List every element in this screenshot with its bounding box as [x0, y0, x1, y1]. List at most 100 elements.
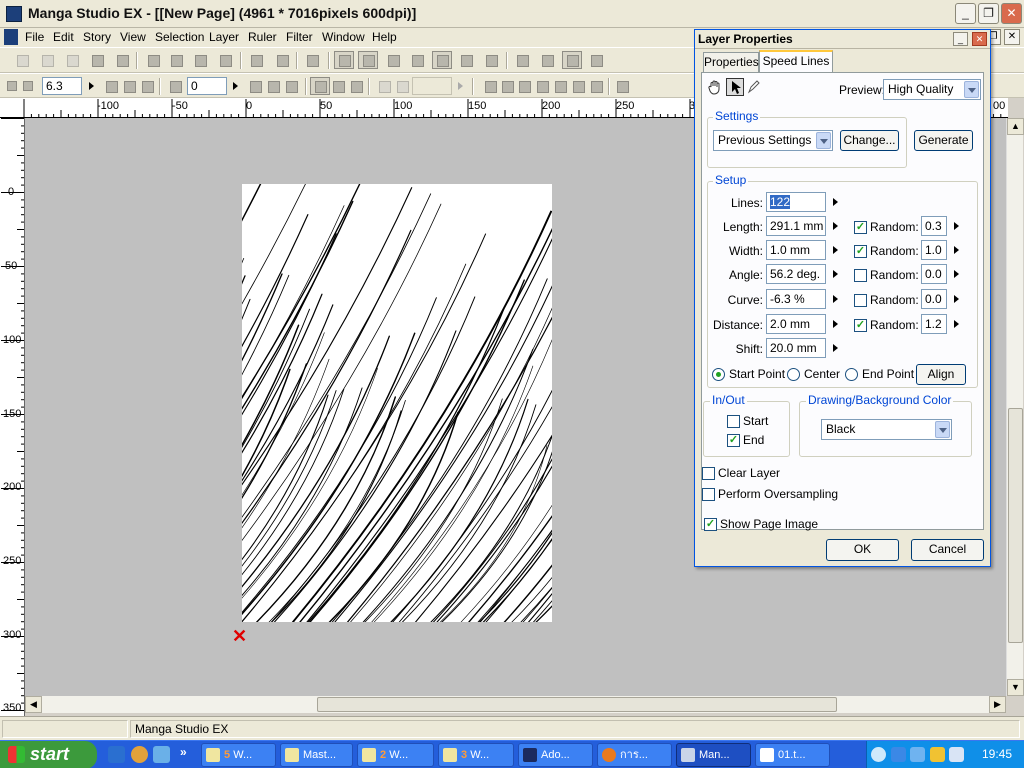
- check-view-icon[interactable]: [456, 51, 476, 69]
- task-button[interactable]: 01.t...: [755, 743, 830, 767]
- transform-icon[interactable]: [481, 51, 501, 69]
- volume-icon[interactable]: [949, 747, 964, 762]
- zoom-arrow-icon[interactable]: [89, 82, 94, 90]
- zoom-input[interactable]: 6.3: [42, 77, 82, 95]
- width-arrow-icon[interactable]: [833, 246, 838, 254]
- play-icon[interactable]: [586, 51, 606, 69]
- distance-arrow-icon[interactable]: [833, 320, 838, 328]
- layer-view-icon[interactable]: [383, 51, 403, 69]
- page-view-icon[interactable]: [334, 51, 354, 69]
- start-point-radio[interactable]: [712, 368, 725, 381]
- document-icon[interactable]: [4, 29, 18, 45]
- menu-view[interactable]: View: [116, 28, 150, 47]
- distance-input[interactable]: 2.0 mm: [766, 314, 826, 334]
- distance-random-input[interactable]: 1.2: [921, 314, 947, 334]
- ok-button[interactable]: OK: [826, 539, 899, 561]
- export-icon[interactable]: [512, 51, 532, 69]
- task-button[interactable]: Mast...: [280, 743, 353, 767]
- horizontal-scrollbar[interactable]: ◀ ▶: [25, 696, 1006, 713]
- curve-random-input[interactable]: 0.0: [921, 289, 947, 309]
- scroll-down-button[interactable]: ▼: [1007, 679, 1024, 696]
- end-point-radio[interactable]: [845, 368, 858, 381]
- color-select[interactable]: Black: [821, 419, 952, 440]
- change-button[interactable]: Change...: [840, 130, 899, 151]
- new-story-icon[interactable]: [37, 51, 57, 69]
- ruler-snap-icon[interactable]: [310, 77, 330, 95]
- task-button[interactable]: การ...: [597, 743, 672, 767]
- flip-horizontal-icon[interactable]: [263, 77, 283, 95]
- panel-icon[interactable]: [537, 51, 557, 69]
- grid-snap-icon[interactable]: [328, 77, 348, 95]
- length-random-arrow-icon[interactable]: [954, 222, 959, 230]
- browser-icon[interactable]: [153, 746, 170, 763]
- scroll-left-button[interactable]: ◀: [25, 696, 42, 713]
- menu-selection[interactable]: Selection: [151, 28, 208, 47]
- vertical-scroll-thumb[interactable]: [1008, 408, 1023, 643]
- task-button[interactable]: Ado...: [518, 743, 593, 767]
- manga-page[interactable]: [242, 184, 552, 622]
- distance-random-arrow-icon[interactable]: [954, 320, 959, 328]
- menu-file[interactable]: File: [21, 28, 48, 47]
- menu-edit[interactable]: Edit: [49, 28, 78, 47]
- fit-width-icon[interactable]: [119, 77, 139, 95]
- frame-view-icon[interactable]: [407, 51, 427, 69]
- special-ruler-icon[interactable]: [532, 77, 552, 95]
- tray-expand-icon[interactable]: [871, 747, 886, 762]
- generate-button[interactable]: Generate: [914, 130, 973, 151]
- quicklaunch-icon[interactable]: [108, 746, 125, 763]
- story-view-icon[interactable]: [358, 51, 378, 69]
- show-page-image-checkbox[interactable]: ✓: [704, 518, 717, 531]
- lines-input[interactable]: 122: [766, 192, 826, 212]
- cut-icon[interactable]: [143, 51, 163, 69]
- save-icon[interactable]: [87, 51, 107, 69]
- task-button[interactable]: 3 W...: [438, 743, 514, 767]
- length-input[interactable]: 291.1 mm: [766, 216, 826, 236]
- pen-icon[interactable]: [746, 79, 764, 97]
- lines-arrow-icon[interactable]: [833, 198, 838, 206]
- angle-random-input[interactable]: 0.0: [921, 264, 947, 284]
- restore-button[interactable]: ❐: [978, 3, 999, 24]
- mdi-close-button[interactable]: ✕: [1004, 29, 1020, 45]
- arrow-pointer-icon[interactable]: [726, 78, 744, 96]
- vertical-scrollbar[interactable]: ▲ ▼: [1006, 118, 1024, 696]
- close-button[interactable]: ✕: [1001, 3, 1022, 24]
- start-button[interactable]: start: [0, 741, 97, 768]
- network-icon[interactable]: [891, 747, 906, 762]
- copy-icon[interactable]: [166, 51, 186, 69]
- hand-icon[interactable]: [707, 79, 725, 97]
- fit-page-icon[interactable]: [101, 77, 121, 95]
- selection-mode-icon[interactable]: [374, 77, 394, 95]
- lines-icon[interactable]: [550, 77, 570, 95]
- tab-properties[interactable]: Properties: [703, 52, 759, 72]
- frame-ruler-icon[interactable]: [586, 77, 606, 95]
- print-icon[interactable]: [302, 51, 322, 69]
- security-icon[interactable]: [930, 747, 945, 762]
- paste-icon[interactable]: [190, 51, 210, 69]
- redo-icon[interactable]: [272, 51, 292, 69]
- 3d-icon[interactable]: [514, 77, 534, 95]
- menu-layer[interactable]: Layer: [205, 28, 243, 47]
- reset-rotation-icon[interactable]: [245, 77, 265, 95]
- settings-preset-select[interactable]: Previous Settings: [713, 130, 833, 151]
- menu-ruler[interactable]: Ruler: [244, 28, 281, 47]
- zoom-out-icon[interactable]: [19, 77, 39, 95]
- curve-input[interactable]: -6.3 %: [766, 289, 826, 309]
- rotate-icon[interactable]: [165, 77, 185, 95]
- dialog-minimize-button[interactable]: _: [953, 32, 968, 46]
- length-random-input[interactable]: 0.3: [921, 216, 947, 236]
- cancel-button[interactable]: Cancel: [911, 539, 984, 561]
- menu-help[interactable]: Help: [368, 28, 401, 47]
- network-icon[interactable]: [910, 747, 925, 762]
- minimize-button[interactable]: _: [955, 3, 976, 24]
- flip-vertical-icon[interactable]: [281, 77, 301, 95]
- grid-icon[interactable]: [562, 51, 582, 69]
- rotate-input[interactable]: 0: [187, 77, 227, 95]
- width-random-checkbox[interactable]: ✓: [854, 245, 867, 258]
- angle-random-checkbox[interactable]: [854, 269, 867, 282]
- delete-icon[interactable]: [215, 51, 235, 69]
- preview-select[interactable]: High Quality: [883, 79, 981, 100]
- menu-window[interactable]: Window: [318, 28, 369, 47]
- task-button[interactable]: 5 W...: [201, 743, 276, 767]
- new-icon[interactable]: [12, 51, 32, 69]
- inout-start-checkbox[interactable]: [727, 415, 740, 428]
